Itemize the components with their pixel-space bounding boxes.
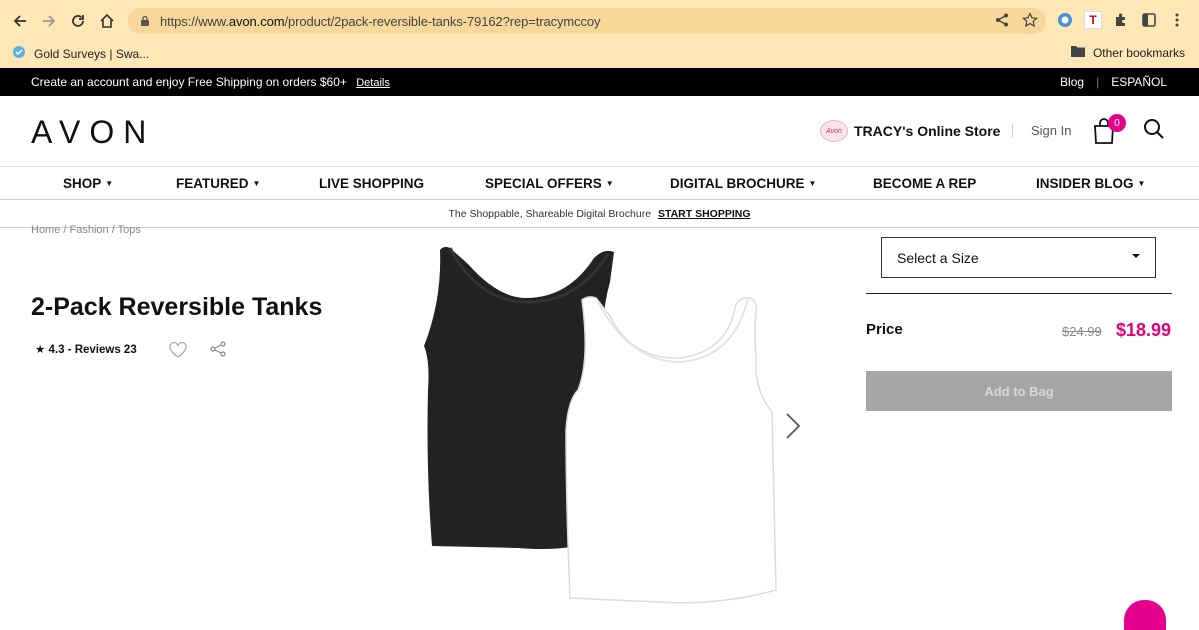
other-bookmarks-label: Other bookmarks — [1092, 45, 1185, 60]
search-icon[interactable] — [1143, 118, 1167, 142]
browser-toolbar: https://www.avon.com/product/2pack-rever… — [0, 0, 1199, 42]
blog-link[interactable]: Blog — [1060, 75, 1084, 89]
url-actions — [994, 12, 1038, 33]
size-select[interactable]: Select a Size — [881, 237, 1156, 278]
product-rating[interactable]: ★ 4.3 - Reviews 23 — [35, 342, 137, 356]
promo-separator: | — [1096, 75, 1100, 89]
nav-become-a-rep[interactable]: BECOME A REP — [873, 176, 976, 191]
nav-featured-label: FEATURED — [176, 176, 249, 191]
add-to-bag-button[interactable]: Add to Bag — [866, 371, 1172, 411]
extensions-area: T — [1056, 11, 1186, 29]
site-header: AVON Avon TRACY's Online Store Sign In — [0, 96, 1199, 167]
header-divider — [1012, 124, 1013, 138]
product-image[interactable] — [418, 240, 790, 607]
nav-become-a-rep-label: BECOME A REP — [873, 176, 977, 191]
heart-icon[interactable] — [168, 340, 188, 360]
browser-chrome: https://www.avon.com/product/2pack-rever… — [0, 0, 1199, 68]
reload-icon[interactable] — [66, 9, 90, 33]
home-icon[interactable] — [95, 9, 119, 33]
back-icon[interactable] — [8, 9, 32, 33]
promo-text: Create an account and enjoy Free Shippin… — [31, 75, 347, 89]
nav-special-offers-label: SPECIAL OFFERS — [485, 176, 602, 191]
breadcrumb[interactable]: Home / Fashion / Tops — [31, 224, 141, 236]
share-page-icon[interactable] — [994, 12, 1010, 33]
bag-count-badge: 0 — [1108, 114, 1126, 132]
sale-price: $18.99 — [1116, 320, 1172, 340]
folder-icon — [1070, 45, 1085, 60]
nav-featured[interactable]: FEATURED ▼ — [176, 176, 260, 191]
sign-in-link[interactable]: Sign In — [1031, 123, 1071, 138]
bookmark-favicon-icon — [12, 45, 26, 62]
product-title: 2-Pack Reversible Tanks — [31, 293, 323, 321]
nav-live-shopping-label: LIVE SHOPPING — [319, 176, 425, 191]
price-label: Price — [866, 321, 903, 338]
rep-store-link[interactable]: Avon TRACY's Online Store — [820, 120, 1000, 142]
url-text[interactable]: https://www.avon.com/product/2pack-rever… — [160, 14, 601, 29]
chevron-down-icon: ▼ — [252, 179, 261, 188]
promo-links: Blog | ESPAÑOL — [1060, 75, 1167, 89]
share-icon[interactable] — [209, 340, 227, 358]
promo-details-link[interactable]: Details — [356, 77, 390, 89]
menu-kebab-icon[interactable] — [1168, 11, 1186, 29]
nav-special-offers[interactable]: SPECIAL OFFERS ▼ — [485, 176, 614, 191]
brochure-banner: The Shoppable, Shareable Digital Brochur… — [0, 200, 1199, 228]
address-bar[interactable]: https://www.avon.com/product/2pack-rever… — [128, 8, 1046, 34]
chevron-down-icon: ▼ — [808, 179, 817, 188]
main-navigation: SHOP ▼ FEATURED ▼ LIVE SHOPPING SPECIAL OF… — [0, 167, 1199, 200]
size-panel: Select a Size — [866, 228, 1172, 294]
store-name: TRACY's Online Store — [854, 123, 1001, 139]
bookmark-gold-surveys[interactable]: Gold Surveys | Swa... — [12, 45, 149, 62]
bookmarks-bar: Gold Surveys | Swa... Other bookmarks — [0, 42, 1199, 68]
chevron-down-icon: ▼ — [1137, 179, 1146, 188]
nav-digital-brochure[interactable]: DIGITAL BROCHURE ▼ — [670, 176, 816, 191]
size-select-label: Select a Size — [897, 250, 979, 266]
chevron-right-icon[interactable] — [784, 412, 802, 440]
promo-message: Create an account and enjoy Free Shippin… — [31, 75, 390, 89]
nav-insider-blog-label: INSIDER BLOG — [1036, 176, 1134, 191]
promo-bar: Create an account and enjoy Free Shippin… — [0, 68, 1199, 96]
store-badge-text: Avon — [826, 127, 842, 135]
nav-shop[interactable]: SHOP ▼ — [63, 176, 113, 191]
chat-widget-icon[interactable] — [1124, 600, 1166, 630]
nav-live-shopping[interactable]: LIVE SHOPPING — [319, 176, 424, 191]
extension-t-label: T — [1089, 13, 1097, 27]
nav-insider-blog[interactable]: INSIDER BLOG ▼ — [1036, 176, 1145, 191]
dropdown-arrow-icon — [1132, 254, 1140, 258]
avon-logo[interactable]: AVON — [31, 114, 155, 151]
forward-icon[interactable] — [37, 9, 61, 33]
bookmark-star-icon[interactable] — [1022, 12, 1038, 33]
chevron-down-icon: ▼ — [105, 179, 114, 188]
extensions-puzzle-icon[interactable] — [1112, 11, 1130, 29]
nav-shop-label: SHOP — [63, 176, 102, 191]
bookmark-label: Gold Surveys | Swa... — [34, 46, 150, 61]
other-bookmarks[interactable]: Other bookmarks — [1070, 45, 1185, 60]
brochure-banner-text: The Shoppable, Shareable Digital Brochur… — [448, 208, 652, 220]
nav-digital-brochure-label: DIGITAL BROCHURE — [670, 176, 805, 191]
chevron-down-icon: ▼ — [605, 179, 614, 188]
lock-icon[interactable] — [138, 14, 152, 28]
extension-globe-icon[interactable] — [1056, 11, 1074, 29]
side-panel-icon[interactable] — [1140, 11, 1158, 29]
store-logo-icon: Avon — [820, 120, 848, 142]
extension-t-icon[interactable]: T — [1084, 11, 1102, 29]
white-tank-image — [565, 296, 777, 604]
start-shopping-link[interactable]: START SHOPPING — [658, 208, 751, 220]
original-price: $24.99 — [1062, 324, 1102, 339]
language-link[interactable]: ESPAÑOL — [1111, 75, 1167, 89]
